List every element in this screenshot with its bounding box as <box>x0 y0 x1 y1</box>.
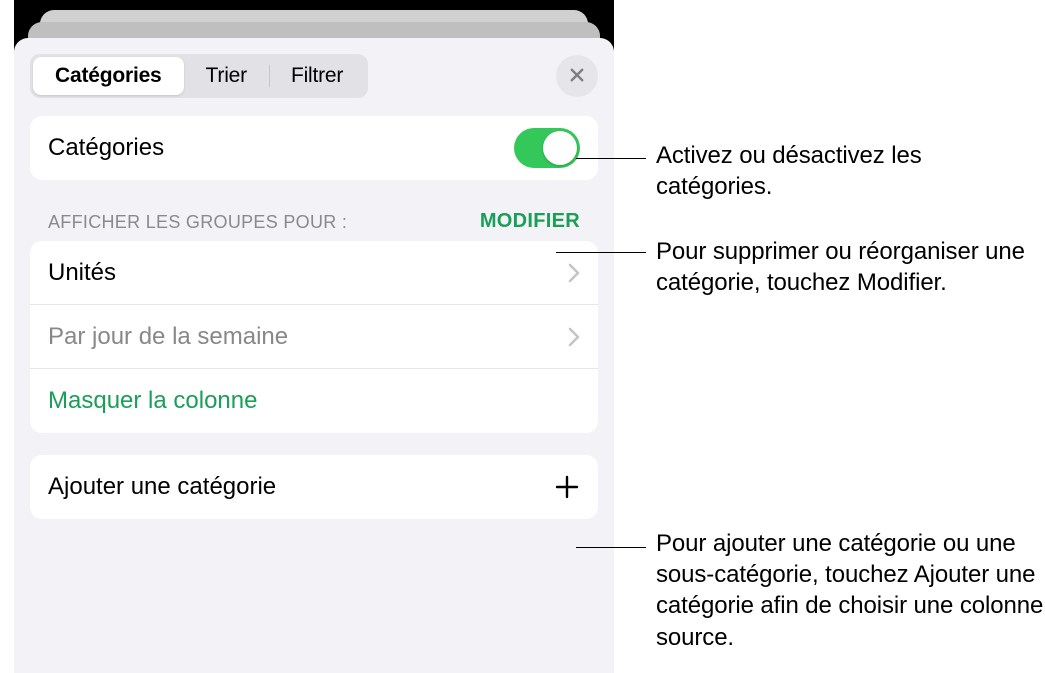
add-category-label: Ajouter une catégorie <box>48 473 554 501</box>
hide-column-label: Masquer la colonne <box>48 387 580 415</box>
add-category-card: Ajouter une catégorie <box>30 455 598 519</box>
chevron-right-icon <box>568 327 580 347</box>
hide-column-row[interactable]: Masquer la colonne <box>30 369 598 433</box>
weekday-prefix: Par <box>48 323 92 350</box>
callout-modify: Pour supprimer ou réorganiser une catégo… <box>656 236 1036 298</box>
plus-icon <box>554 474 580 500</box>
categories-panel: Catégories Trier Filtrer Catégories AF <box>14 0 614 673</box>
group-row-weekday[interactable]: Par jour de la semaine <box>30 305 598 369</box>
group-row-label: Par jour de la semaine <box>48 323 568 351</box>
add-category-row[interactable]: Ajouter une catégorie <box>30 455 598 519</box>
close-icon <box>568 66 586 87</box>
callout-toggle: Activez ou désactivez les catégories. <box>656 140 1026 202</box>
groups-card: Unités Par jour de la semaine Masquer la… <box>30 241 598 433</box>
weekday-rest: jour de la semaine <box>92 323 288 350</box>
panel-header: Catégories Trier Filtrer <box>30 54 598 98</box>
tab-categories[interactable]: Catégories <box>33 57 184 95</box>
tab-sort[interactable]: Trier <box>184 57 269 95</box>
callout-leader <box>576 547 646 548</box>
group-row-units[interactable]: Unités <box>30 241 598 305</box>
callout-leader <box>556 252 646 253</box>
section-header: AFFICHER LES GROUPES POUR : MODIFIER <box>30 180 598 241</box>
callout-add: Pour ajouter une catégorie ou une sous-c… <box>656 528 1045 653</box>
panel-body: Catégories Trier Filtrer Catégories AF <box>14 38 614 673</box>
segmented-control: Catégories Trier Filtrer <box>30 54 368 98</box>
chevron-right-icon <box>568 263 580 283</box>
edit-button[interactable]: MODIFIER <box>480 210 580 233</box>
callout-leader <box>576 158 646 159</box>
categories-toggle-row: Catégories <box>30 116 598 180</box>
categories-toggle[interactable] <box>514 128 580 168</box>
categories-toggle-label: Catégories <box>48 134 514 162</box>
tab-filter[interactable]: Filtrer <box>269 57 365 95</box>
categories-toggle-card: Catégories <box>30 116 598 180</box>
close-button[interactable] <box>556 55 598 97</box>
group-row-label: Unités <box>48 259 568 287</box>
section-header-title: AFFICHER LES GROUPES POUR : <box>48 212 347 233</box>
toggle-knob <box>543 131 577 165</box>
